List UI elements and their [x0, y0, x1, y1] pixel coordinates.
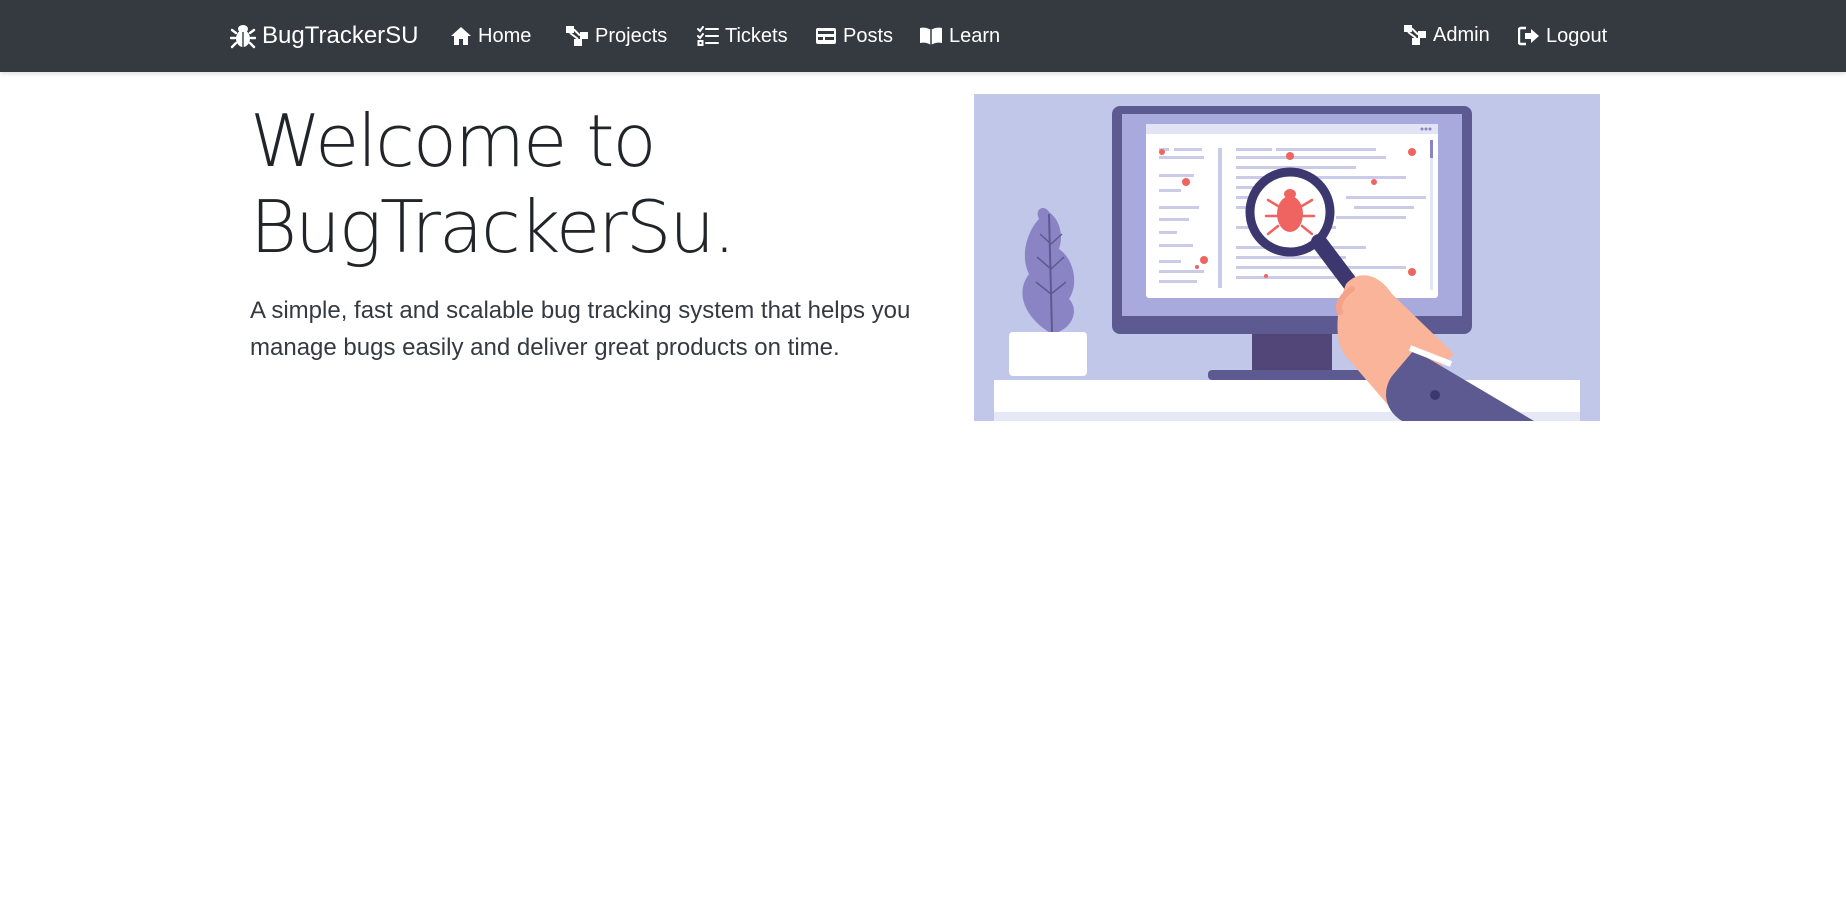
nav-tickets-label: Tickets: [725, 24, 788, 47]
nav-home-label: Home: [478, 24, 532, 47]
home-icon: [451, 27, 471, 45]
card-icon: [816, 28, 836, 44]
tasks-icon: [697, 26, 719, 46]
sitemap-icon: [1404, 25, 1426, 45]
nav-learn-label: Learn: [949, 24, 1001, 47]
bug-icon: [230, 25, 256, 49]
brand-link[interactable]: BugTrackerSU: [230, 0, 419, 72]
nav-home[interactable]: Home: [450, 0, 531, 72]
top-navbar: BugTrackerSU Home Projects Tickets Posts…: [0, 0, 1846, 72]
sign-out-icon: [1518, 26, 1539, 46]
nav-posts-label: Posts: [843, 24, 894, 47]
nav-logout[interactable]: Logout: [1518, 0, 1607, 72]
book-icon: [920, 27, 942, 45]
nav-learn[interactable]: Learn: [919, 0, 1000, 72]
hero-title: Welcome to BugTrackerSu.: [250, 99, 736, 269]
nav-admin-label: Admin: [1433, 23, 1490, 46]
hero-lead: A simple, fast and scalable bug tracking…: [250, 297, 911, 361]
sitemap-icon: [566, 26, 588, 46]
nav-projects-label: Projects: [595, 24, 668, 47]
nav-admin[interactable]: Admin: [1403, 0, 1490, 70]
nav-tickets[interactable]: Tickets: [697, 0, 788, 72]
brand-name: BugTrackerSU: [262, 22, 419, 49]
nav-projects[interactable]: Projects: [565, 0, 667, 72]
bug-inspection-illustration: [974, 94, 1600, 421]
nav-posts[interactable]: Posts: [815, 0, 893, 72]
nav-logout-label: Logout: [1546, 24, 1608, 47]
